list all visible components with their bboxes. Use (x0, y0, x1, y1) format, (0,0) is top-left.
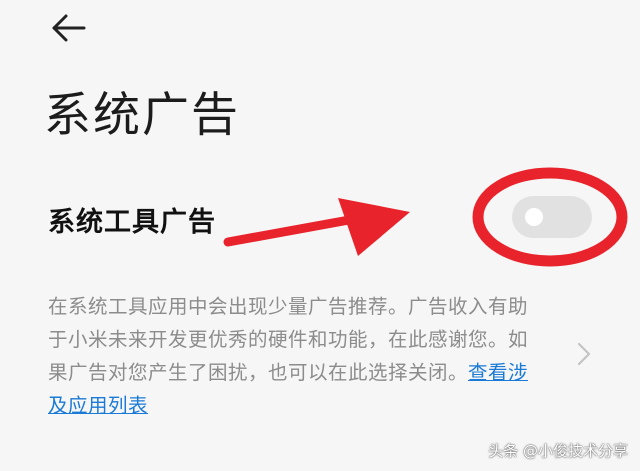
arrow-left-icon (52, 14, 86, 42)
setting-description: 在系统工具应用中会出现少量广告推荐。广告收入有助于小米未来开发更优秀的硬件和功能… (48, 290, 538, 422)
toggle-knob (525, 208, 543, 226)
description-text: 在系统工具应用中会出现少量广告推荐。广告收入有助于小米未来开发更优秀的硬件和功能… (48, 295, 529, 384)
watermark: 头条 @小俊技术分享 (488, 442, 628, 460)
system-tool-ads-toggle[interactable] (512, 196, 592, 238)
setting-title: 系统工具广告 (48, 207, 216, 238)
back-button[interactable] (44, 8, 92, 48)
chevron-right-icon[interactable] (574, 340, 594, 368)
annotation-arrow (223, 198, 410, 256)
page-title: 系统广告 (44, 88, 240, 143)
